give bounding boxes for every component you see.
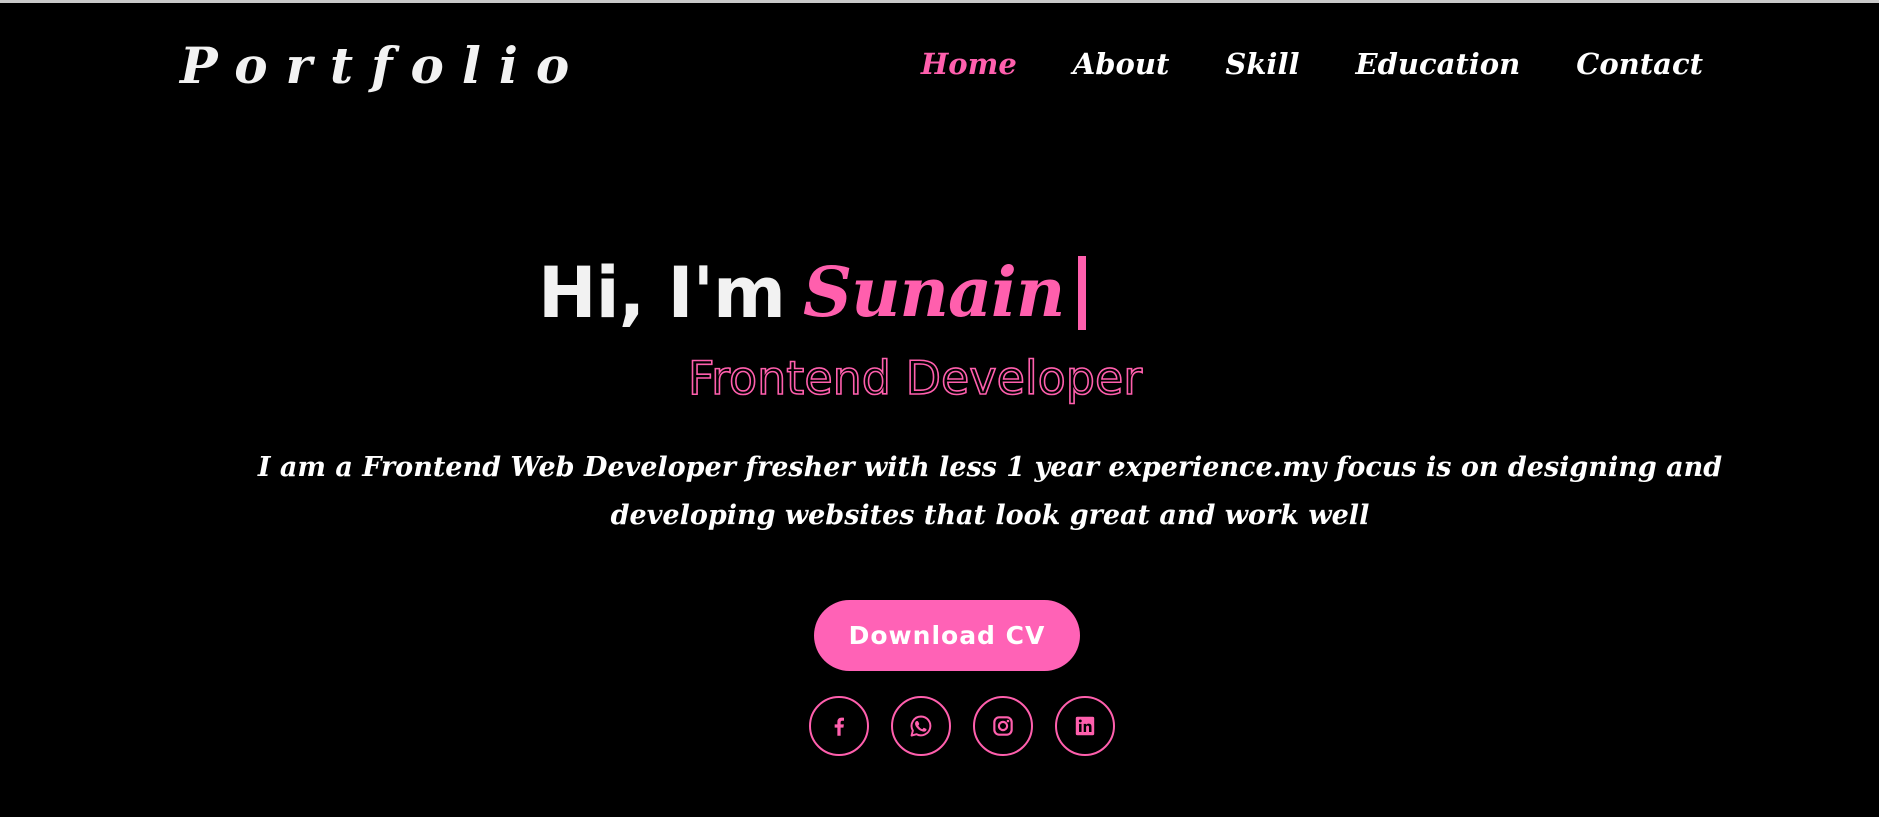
instagram-icon	[993, 716, 1013, 736]
whatsapp-link[interactable]	[891, 696, 951, 756]
instagram-link[interactable]	[973, 696, 1033, 756]
hero-name: Sunain	[802, 253, 1065, 333]
nav-item-contact[interactable]: Contact	[1576, 44, 1703, 84]
whatsapp-icon	[910, 715, 932, 737]
hero-about-text: I am a Frontend Web Developer fresher wi…	[257, 452, 1723, 531]
nav-item-education[interactable]: Education	[1355, 44, 1520, 84]
hero-role: Frontend Developer	[687, 350, 1143, 406]
linkedin-link[interactable]	[1055, 696, 1115, 756]
brand-logo[interactable]: Portfolio	[180, 36, 587, 96]
download-cv-button[interactable]: Download CV	[814, 600, 1080, 671]
social-links	[809, 696, 1115, 756]
typing-caret	[1078, 256, 1087, 330]
facebook-link[interactable]	[809, 696, 869, 756]
nav-item-skill[interactable]: Skill	[1225, 44, 1299, 84]
facebook-icon	[834, 717, 844, 736]
linkedin-icon	[1075, 716, 1095, 736]
nav-item-home[interactable]: Home	[921, 44, 1017, 84]
nav-item-about[interactable]: About	[1073, 44, 1170, 84]
main-nav: Home About Skill Education Contact	[865, 44, 1703, 84]
hero-heading: Hi, I'm Sunain	[538, 248, 1087, 338]
hero-greeting: Hi, I'm	[538, 252, 786, 334]
top-border	[0, 0, 1879, 3]
